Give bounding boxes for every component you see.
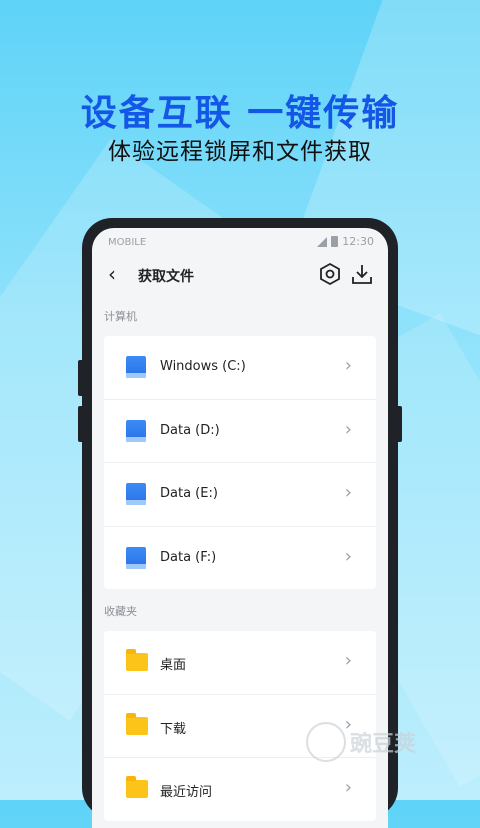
folder-icon — [126, 776, 148, 800]
hexagon-settings-icon[interactable] — [318, 262, 342, 286]
chevron-left-icon[interactable]: ‹ — [108, 262, 116, 286]
promo-subline: 体验远程锁屏和文件获取 — [108, 139, 372, 165]
signal-icon — [317, 236, 328, 247]
drive-row-f[interactable]: Data (F:) › — [104, 527, 376, 590]
chevron-right-icon: › — [344, 355, 352, 376]
folder-label: 桌面 — [160, 658, 187, 673]
computer-drive-list: Windows (C:) › Data (D:) › Data (E:) › D… — [104, 336, 376, 589]
drive-icon — [126, 483, 146, 505]
chevron-right-icon: › — [344, 545, 352, 567]
folder-icon — [126, 712, 148, 737]
section-label-favorites: 收藏夹 — [104, 605, 137, 618]
status-bar: MOBILE 12:30 — [92, 228, 388, 254]
carrier-label: MOBILE — [108, 237, 147, 248]
phone-side-button — [396, 406, 402, 442]
drive-row-d[interactable]: Data (D:) › — [104, 400, 376, 463]
chevron-right-icon: › — [344, 482, 352, 503]
chevron-right-icon: › — [344, 418, 352, 440]
wandoujia-logo-icon — [306, 722, 346, 762]
battery-icon — [331, 236, 339, 247]
page-title: 获取文件 — [138, 269, 194, 285]
favorite-row-desktop[interactable]: 桌面 › — [104, 631, 376, 695]
watermark-text: 豌豆荚 — [350, 732, 417, 757]
promo-headline: 设备互联 一键传输 — [80, 93, 400, 134]
drive-label: Windows (C:) — [160, 359, 246, 374]
clock: 12:30 — [342, 235, 374, 248]
folder-label: 下载 — [160, 721, 187, 737]
drive-label: Data (D:) — [160, 422, 220, 438]
favorite-row-recent[interactable]: 最近访问 › — [104, 758, 376, 821]
phone-side-button — [78, 406, 84, 442]
folder-icon — [126, 649, 148, 673]
download-icon[interactable] — [350, 262, 374, 286]
watermark: 豌豆荚 — [306, 722, 416, 762]
drive-label: Data (F:) — [160, 549, 217, 565]
nav-bar: ‹ 获取文件 — [92, 254, 388, 294]
chevron-right-icon: › — [344, 650, 352, 671]
phone-side-button — [78, 360, 84, 396]
drive-icon — [126, 419, 146, 442]
chevron-right-icon: › — [344, 777, 352, 798]
drive-row-e[interactable]: Data (E:) › — [104, 463, 376, 527]
drive-icon — [126, 356, 146, 378]
drive-label: Data (E:) — [160, 486, 218, 501]
section-label-computer: 计算机 — [104, 310, 137, 323]
drive-row-c[interactable]: Windows (C:) › — [104, 336, 376, 400]
drive-icon — [126, 546, 146, 569]
folder-label: 最近访问 — [160, 785, 213, 800]
